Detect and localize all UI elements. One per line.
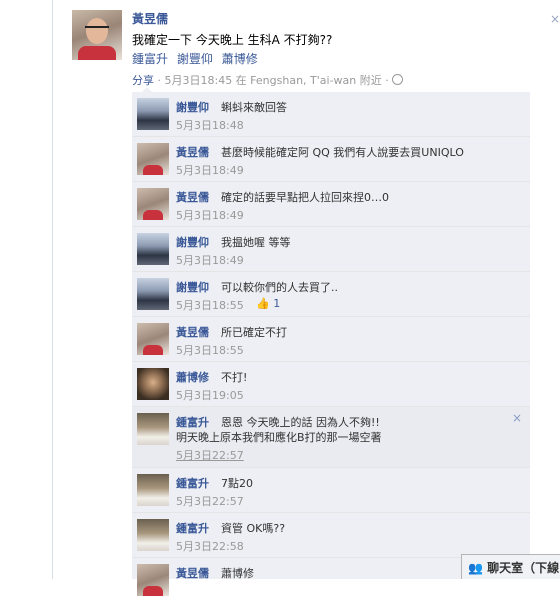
comment-time[interactable]: 5月3日18:48: [176, 117, 244, 133]
chat-bar[interactable]: 👥 聊天室（下線: [461, 554, 560, 579]
post-author-name[interactable]: 黃昱儒: [132, 10, 168, 27]
comment-author[interactable]: 鍾富升: [176, 475, 209, 491]
comment-author[interactable]: 黃昱儒: [176, 189, 209, 205]
post-timestamp-location: · 5月3日18:45 在 Fengshan, T'ai-wan 附近 ·: [154, 74, 389, 87]
commenter-avatar[interactable]: [137, 474, 169, 506]
comment: 黃昱儒 甚麼時候能確定阿 QQ 我們有人說要去買UNIQLO 5月3日18:49: [132, 137, 530, 182]
comment-author[interactable]: 謝豐仰: [176, 234, 209, 250]
comment-text: 可以較你們的人去買了..: [221, 281, 338, 294]
delete-comment-icon[interactable]: ×: [512, 411, 522, 425]
comment-time[interactable]: 5月3日22:57: [176, 493, 244, 509]
chat-label: 聊天室（下線: [487, 561, 560, 575]
comment-text: 確定的話要早點把人拉回來捏0…0: [221, 191, 389, 204]
commenter-avatar[interactable]: [137, 98, 169, 130]
comment: 黃昱儒 確定的話要早點把人拉回來捏0…0 5月3日18:49: [132, 182, 530, 227]
tagged-friends: 鍾富升 謝豐仰 蕭博修: [132, 50, 263, 67]
comment-text-line2: 明天晚上原本我們和應化B打的那一場空著: [176, 431, 382, 444]
commenter-avatar[interactable]: [137, 188, 169, 220]
comment-author[interactable]: 黃昱儒: [176, 324, 209, 340]
comment-author[interactable]: 鍾富升: [176, 520, 209, 536]
share-link[interactable]: 分享: [132, 74, 154, 87]
chat-users-icon: 👥: [468, 561, 483, 575]
comment-time[interactable]: 5月3日18:49: [176, 162, 244, 178]
commenter-avatar[interactable]: [137, 143, 169, 175]
comment: 黃昱儒 所已確定不打 5月3日18:55: [132, 317, 530, 362]
comment-author[interactable]: 黃昱儒: [176, 144, 209, 160]
post-meta: 分享 · 5月3日18:45 在 Fengshan, T'ai-wan 附近 ·: [132, 72, 403, 88]
comment: 謝豐仰 可以較你們的人去買了.. 5月3日18:55 👍 1: [132, 272, 530, 317]
commenter-avatar[interactable]: [137, 413, 169, 445]
tagged-friend-link[interactable]: 鍾富升: [132, 52, 168, 66]
comment-highlighted: 鍾富升 恩恩 今天晚上的話 因為人不夠!! 明天晚上原本我們和應化B打的那一場空…: [132, 407, 530, 468]
comment-text: 我揾她喔 等等: [221, 236, 291, 249]
comment-text: 恩恩 今天晚上的話 因為人不夠!!: [221, 416, 380, 429]
comment: 謝豐仰 我揾她喔 等等 5月3日18:49: [132, 227, 530, 272]
comment: 鍾富升 資管 OK嗎?? 5月3日22:58: [132, 513, 530, 558]
comment-time[interactable]: 5月3日18:49: [176, 252, 244, 268]
comment-author[interactable]: 謝豐仰: [176, 279, 209, 295]
globe-icon[interactable]: [391, 74, 403, 85]
comment-text: 蝌蚪來敵回答: [221, 101, 287, 114]
commenter-avatar[interactable]: [137, 564, 169, 596]
comment-text: 不打!: [221, 371, 248, 384]
left-column-divider: [52, 0, 53, 579]
commenter-avatar[interactable]: [137, 233, 169, 265]
thumbs-up-icon: 👍: [256, 297, 270, 310]
comment-time[interactable]: 5月3日22:57: [176, 447, 244, 463]
comment-like-count[interactable]: 👍 1: [256, 297, 280, 310]
comments-list: 謝豐仰 蝌蚪來敵回答 5月3日18:48 黃昱儒 甚麼時候能確定阿 QQ 我們有…: [132, 92, 530, 596]
tagged-friend-link[interactable]: 蕭博修: [222, 52, 258, 66]
tagged-friend-link[interactable]: 謝豐仰: [177, 52, 213, 66]
comment-author[interactable]: 謝豐仰: [176, 99, 209, 115]
commenter-avatar[interactable]: [137, 519, 169, 551]
comment-text: 甚麼時候能確定阿 QQ 我們有人說要去買UNIQLO: [221, 146, 464, 159]
commenter-avatar[interactable]: [137, 368, 169, 400]
comment: 鍾富升 7點20 5月3日22:57: [132, 468, 530, 513]
comment-time[interactable]: 5月3日18:49: [176, 207, 244, 223]
comment: 蕭博修 不打! 5月3日19:05: [132, 362, 530, 407]
comment-author[interactable]: 蕭博修: [176, 369, 209, 385]
commenter-avatar[interactable]: [137, 278, 169, 310]
comment-time[interactable]: 5月3日19:05: [176, 387, 244, 403]
post-text: 我確定一下 今天晚上 生科A 不打夠??: [132, 33, 333, 47]
commenter-avatar[interactable]: [137, 323, 169, 355]
comment-text: 7點20: [221, 477, 253, 490]
comment-time[interactable]: 5月3日18:55: [176, 342, 244, 358]
comment-text: 所已確定不打: [221, 326, 287, 339]
comment-text: 資管 OK嗎??: [221, 522, 286, 535]
comment-time[interactable]: 5月3日18:55: [176, 297, 244, 313]
post-author-avatar[interactable]: [72, 10, 122, 60]
comment-time[interactable]: 5月3日22:58: [176, 538, 244, 554]
comment-author[interactable]: 鍾富升: [176, 414, 209, 430]
comment: 謝豐仰 蝌蚪來敵回答 5月3日18:48: [132, 92, 530, 137]
post-close-icon[interactable]: ×: [550, 12, 560, 26]
